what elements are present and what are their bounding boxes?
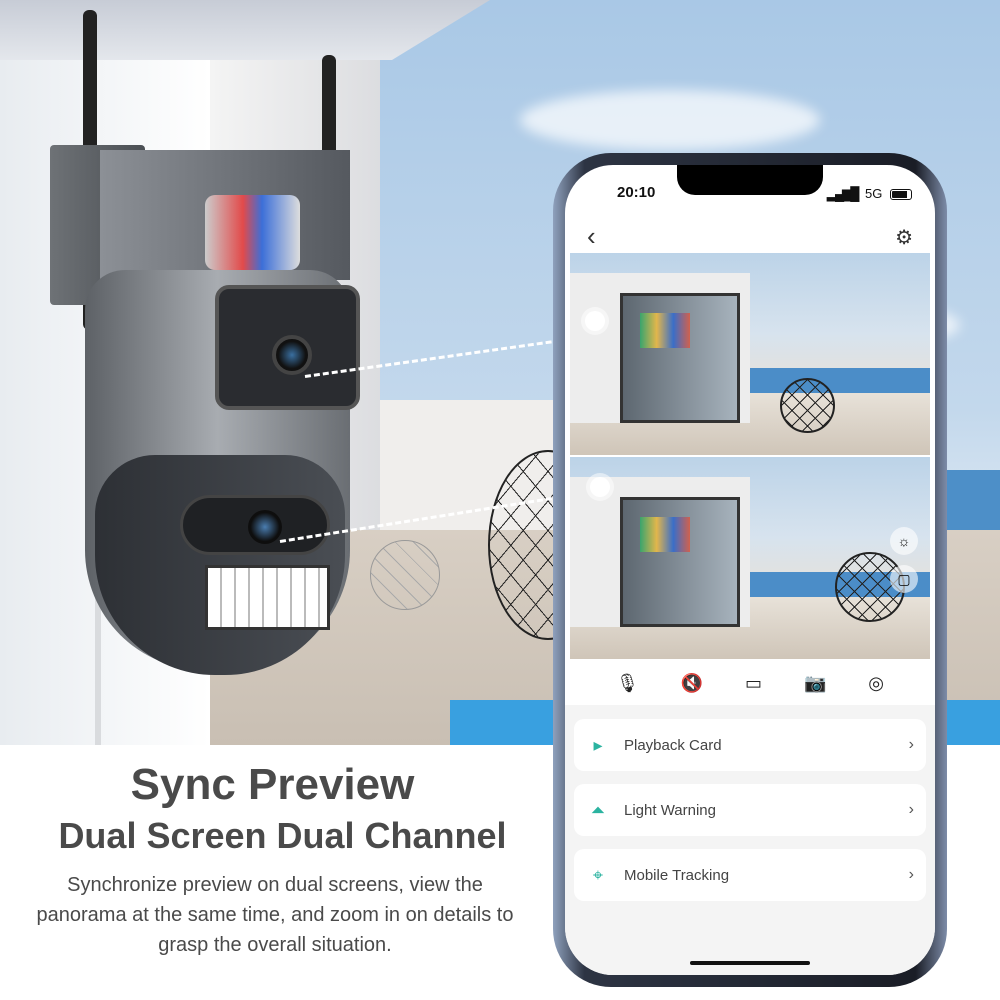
- top-nav: ‹ ⚙: [565, 221, 935, 252]
- battery-icon: [890, 189, 913, 201]
- headline-title: Sync Preview: [130, 760, 415, 809]
- microphone-icon[interactable]: 🎙: [616, 673, 639, 694]
- camera-snapshot-icon[interactable]: 📷: [804, 673, 826, 694]
- chevron-right-icon: ›: [908, 736, 914, 753]
- home-indicator[interactable]: [690, 961, 810, 965]
- chevron-left-icon[interactable]: ‹: [587, 221, 596, 252]
- crosshair-icon: ⌖: [592, 864, 604, 885]
- menu-item-playback-card[interactable]: ▸ Playback Card ›: [574, 719, 926, 771]
- camera-feed-bottom[interactable]: ☼ ▢: [570, 457, 930, 659]
- geodesic-sculpture-small: [370, 540, 440, 610]
- control-bar: 🎙 🔇 ▭ 📷 ◎: [565, 663, 935, 703]
- app-screen: 20:10 ▂▄▆█ 5G ‹ ⚙ ☼ ▢ 🎙 🔇 ▭ 📷 ◎ ▸ Playba…: [565, 165, 935, 975]
- network-type: 5G: [865, 186, 883, 201]
- signal-bars-icon: ▂▄▆█: [827, 186, 859, 201]
- menu-item-mobile-tracking[interactable]: ⌖ Mobile Tracking ›: [574, 849, 926, 901]
- chevron-right-icon: ›: [908, 801, 914, 818]
- headline-subtitle: Dual Screen Dual Channel: [58, 815, 507, 856]
- video-record-icon[interactable]: ▭: [745, 673, 762, 694]
- light-toggle-icon[interactable]: ☼: [890, 527, 918, 555]
- chevron-right-icon: ›: [908, 866, 914, 883]
- status-time: 20:10: [617, 184, 656, 201]
- alarm-light-icon: ⏶: [590, 799, 606, 820]
- playback-card-icon: ▸: [593, 734, 603, 755]
- fullscreen-icon[interactable]: ▢: [890, 565, 918, 593]
- menu-item-light-warning[interactable]: ⏶ Light Warning ›: [574, 784, 926, 836]
- gear-icon[interactable]: ⚙: [895, 225, 913, 250]
- notch: [677, 165, 823, 195]
- camera-feed-top[interactable]: [570, 253, 930, 455]
- ptz-control-icon[interactable]: ◎: [868, 673, 884, 694]
- speaker-mute-icon[interactable]: 🔇: [681, 673, 703, 694]
- feature-menu: ▸ Playback Card › ⏶ Light Warning › ⌖ Mo…: [565, 705, 935, 975]
- headline-description: Synchronize preview on dual screens, vie…: [36, 874, 514, 956]
- smartphone: 20:10 ▂▄▆█ 5G ‹ ⚙ ☼ ▢ 🎙 🔇 ▭ 📷 ◎ ▸ Playba…: [553, 153, 947, 987]
